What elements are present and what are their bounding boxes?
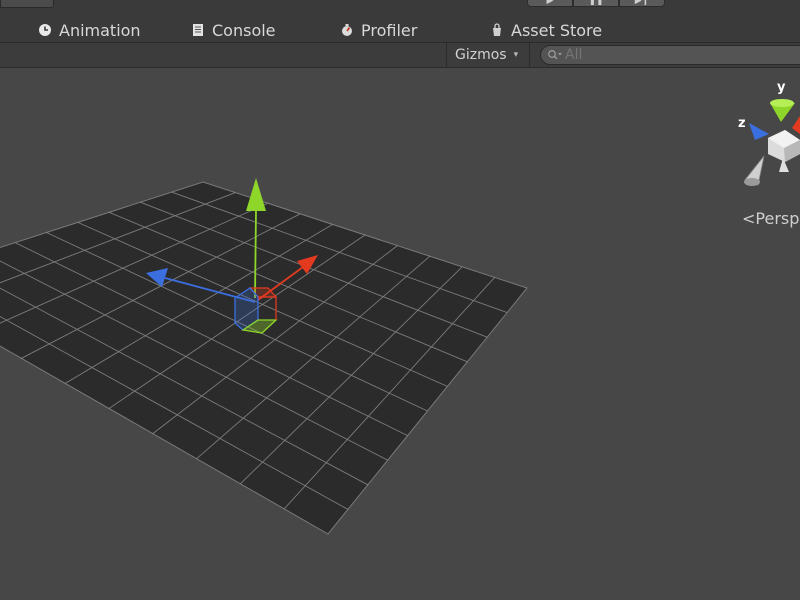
play-controls: ▶ ❚❚ ▶❙ (527, 0, 665, 7)
window-tab-edge[interactable] (0, 0, 54, 8)
z-cone[interactable] (749, 123, 769, 140)
console-icon (193, 24, 203, 36)
search-icon[interactable] (547, 49, 563, 61)
y-axis-line[interactable] (254, 209, 257, 299)
top-toolbar: ▶ ❚❚ ▶❙ Animation Console Profiler Asset… (0, 0, 800, 42)
pause-button[interactable]: ❚❚ (573, 0, 619, 7)
y-axis-arrow[interactable] (246, 178, 266, 211)
chevron-down-icon: ▾ (513, 50, 519, 60)
tab-animation[interactable]: Animation (38, 19, 141, 41)
gizmos-dropdown[interactable]: Gizmos ▾ (446, 43, 530, 67)
tab-label: Profiler (361, 20, 418, 40)
x-cone[interactable] (792, 116, 800, 134)
scene-toolbar: Gizmos ▾ (0, 42, 800, 68)
gizmos-label: Gizmos (455, 47, 507, 63)
y-axis-label: y (777, 80, 786, 95)
chevron-left-icon: < (742, 209, 756, 228)
scene-search-field[interactable] (540, 45, 800, 65)
tab-asset-store[interactable]: Asset Store (490, 19, 602, 41)
projection-toggle[interactable]: <Persp (742, 209, 799, 228)
ground-grid (0, 181, 528, 535)
z-axis-label: z (738, 116, 746, 131)
search-input[interactable] (565, 47, 765, 63)
tab-label: Console (212, 20, 276, 40)
tab-profiler[interactable]: Profiler (340, 19, 417, 41)
orientation-gizmo[interactable] (744, 99, 800, 186)
tab-console[interactable]: Console (191, 19, 276, 41)
step-icon: ▶❙ (634, 0, 650, 6)
tab-label: Animation (59, 20, 141, 40)
pause-icon: ❚❚ (588, 0, 604, 6)
play-icon: ▶ (546, 0, 554, 6)
clock-icon (39, 24, 51, 36)
profiler-icon (342, 24, 352, 36)
tab-label: Asset Store (511, 20, 603, 40)
asset-store-icon (493, 23, 501, 36)
play-button[interactable]: ▶ (527, 0, 573, 7)
scene-viewport[interactable]: y z <Persp (0, 68, 800, 600)
step-button[interactable]: ▶❙ (619, 0, 665, 7)
scene-canvas[interactable] (0, 68, 800, 600)
projection-label: Persp (755, 209, 800, 228)
